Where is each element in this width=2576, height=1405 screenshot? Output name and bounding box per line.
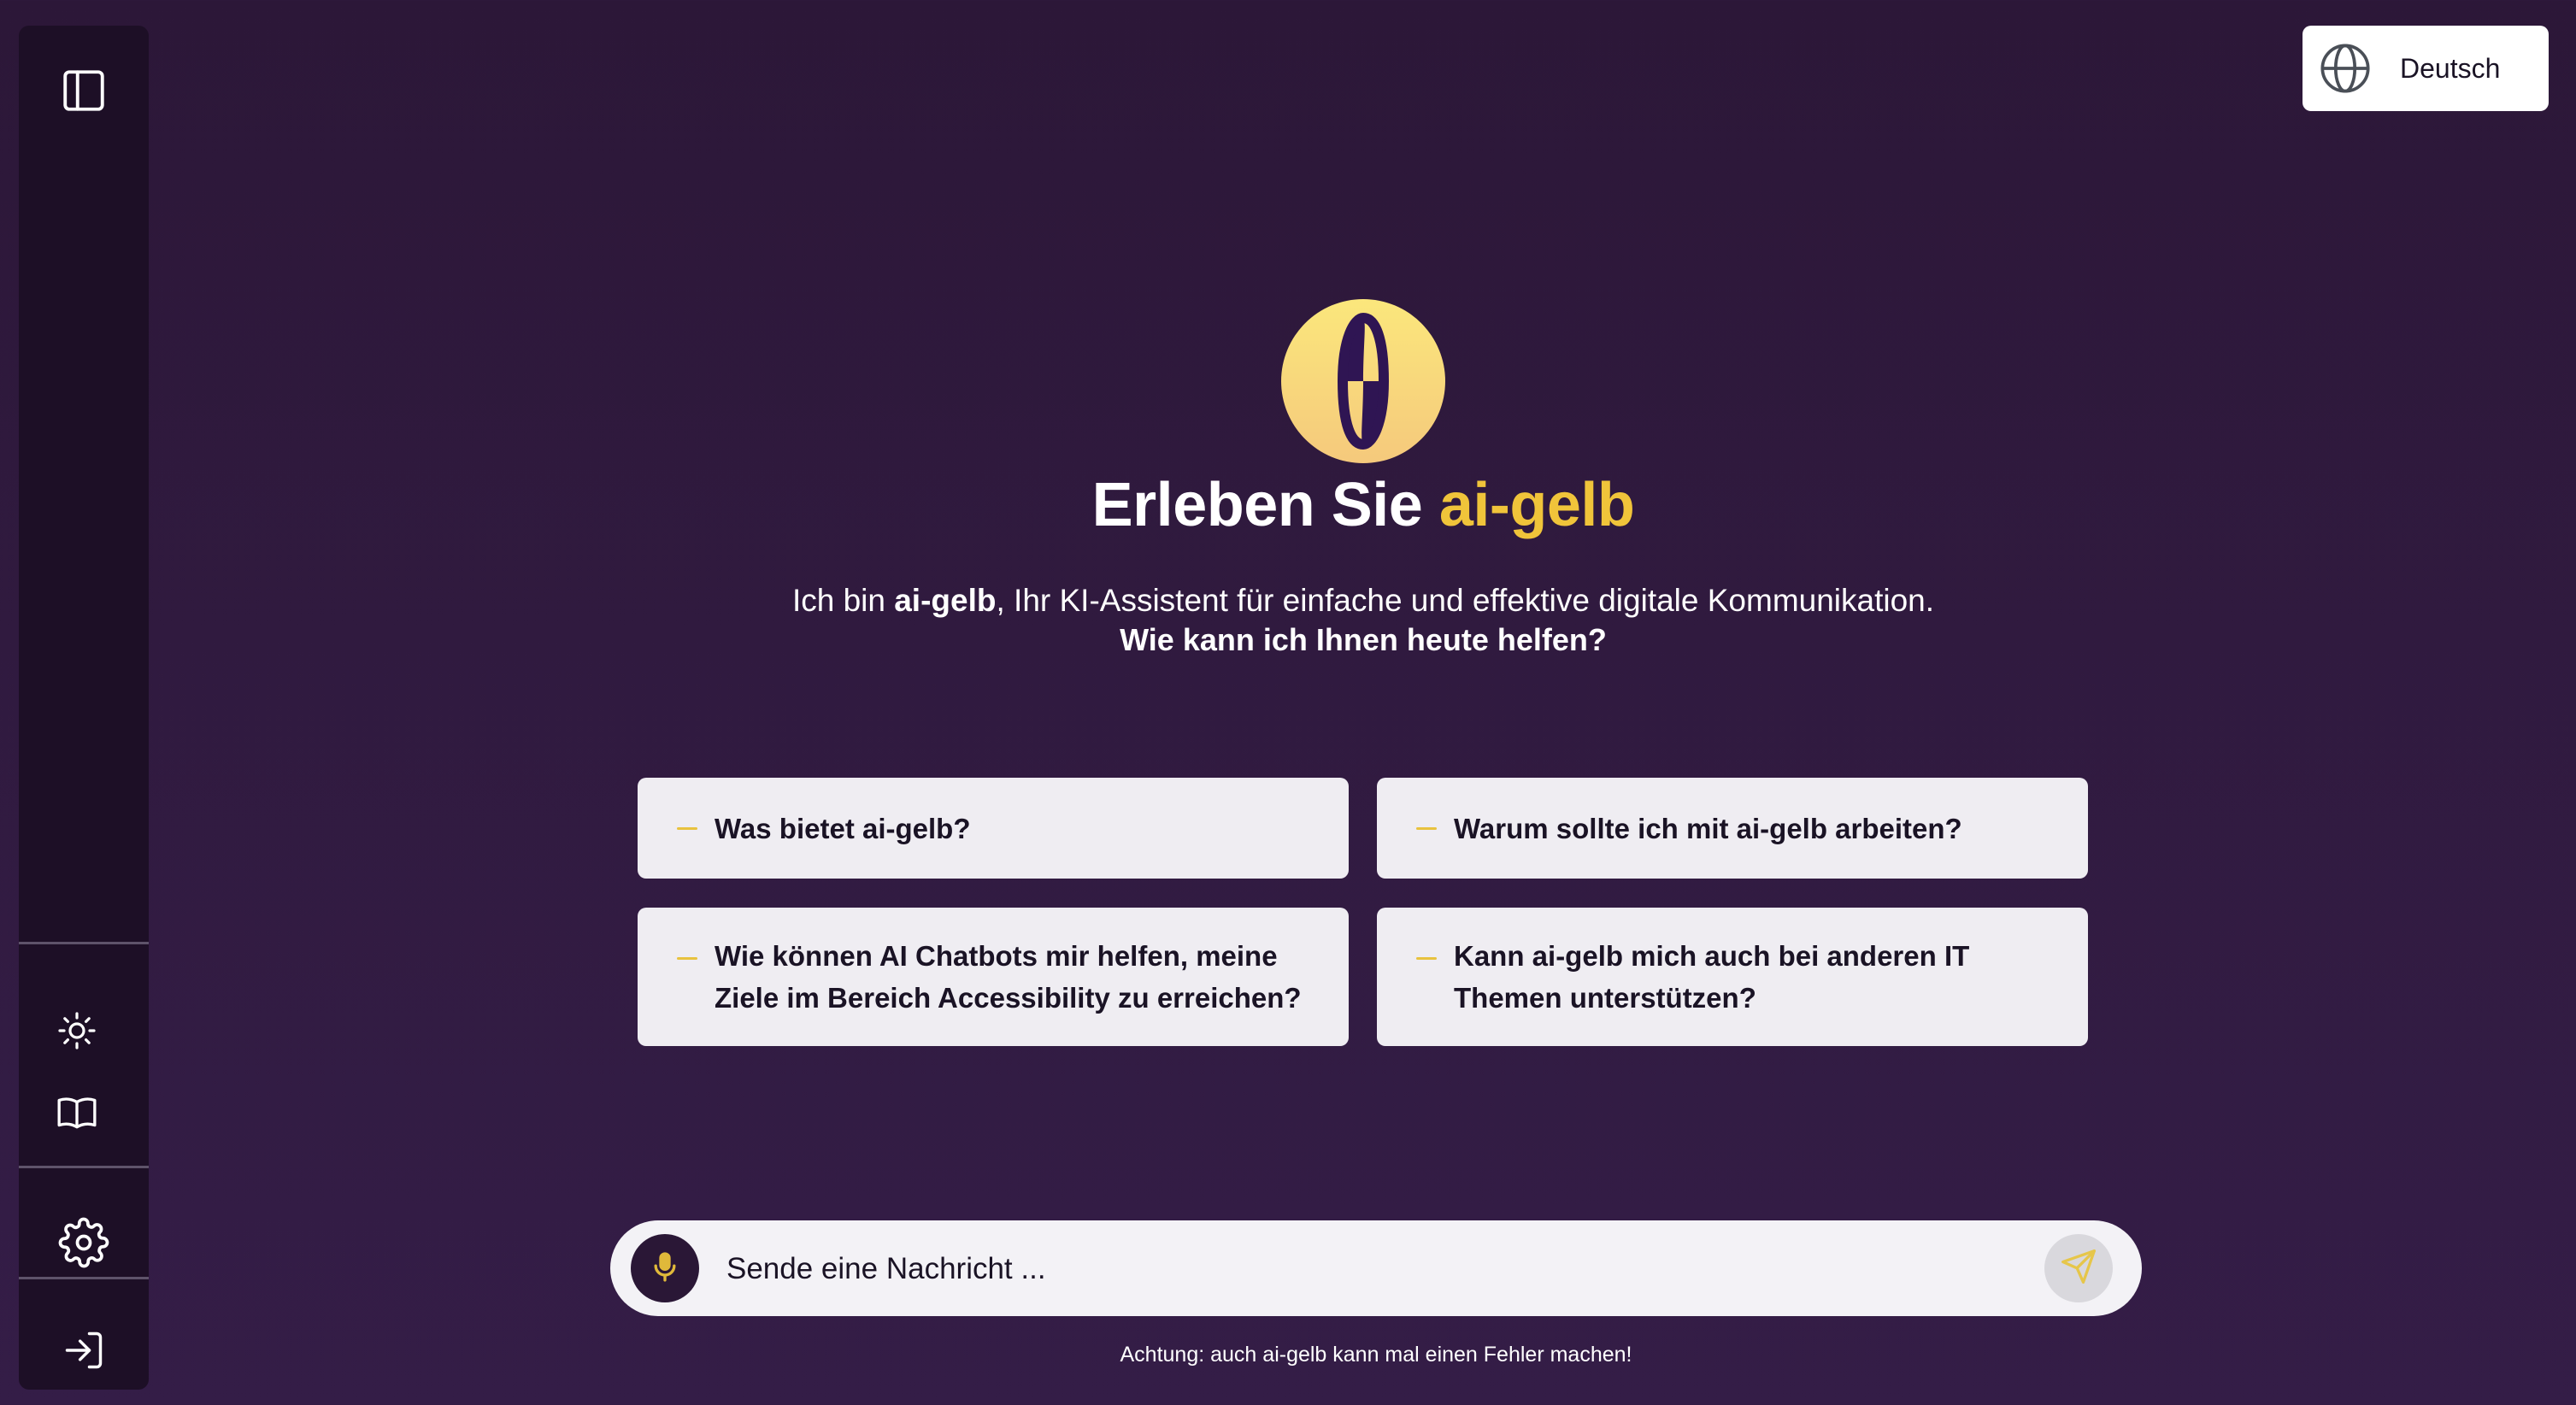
globe-icon — [2318, 41, 2373, 96]
intro-prefix: Ich bin — [791, 583, 885, 618]
title-brand: ai-gelb — [1438, 471, 1635, 539]
suggestion-card[interactable]: Kann ai-gelb mich auch bei anderen IT The… — [1377, 908, 2088, 1046]
send-icon — [2060, 1248, 2097, 1290]
message-composer — [610, 1220, 2142, 1316]
settings-button[interactable] — [19, 1212, 149, 1273]
theme-toggle-button[interactable] — [12, 1003, 142, 1058]
suggestion-line: Ziele im Bereich Accessibility zu erreic… — [715, 982, 1302, 1014]
gear-icon — [58, 1217, 109, 1268]
sidebar-divider — [19, 942, 149, 944]
dash-icon — [677, 957, 697, 960]
book-icon — [56, 1091, 98, 1134]
sidebar — [19, 26, 149, 1390]
suggestion-card[interactable]: Was bietet ai-gelb? — [638, 778, 1349, 879]
suggestion-text: Was bietet ai-gelb? — [715, 812, 971, 844]
disclaimer-text: Achtung: auch ai-gelb kann mal einen Feh… — [1120, 1343, 1632, 1367]
microphone-icon — [648, 1249, 682, 1288]
sidebar-toggle-icon — [59, 66, 109, 115]
dash-icon — [677, 827, 697, 830]
sidebar-toggle-button[interactable] — [19, 56, 149, 125]
title-prefix: Erleben Sie — [1091, 471, 1423, 539]
help-question: Wie kann ich Ihnen heute helfen? — [1120, 622, 1607, 657]
sun-icon — [56, 1010, 97, 1051]
page-title: Erleben Sie ai-gelb — [0, 470, 2576, 540]
intro-brand: ai-gelb — [894, 583, 997, 618]
suggestion-card[interactable]: Wie können AI Chatbots mir helfen, meine… — [638, 908, 1349, 1046]
send-button[interactable] — [2044, 1234, 2113, 1302]
language-label: Deutsch — [2400, 52, 2501, 84]
suggestion-line: Themen unterstützen? — [1454, 982, 1756, 1014]
ai-gelb-logo — [1281, 299, 1445, 463]
sidebar-divider — [19, 1166, 149, 1168]
dash-icon — [1416, 827, 1437, 830]
docs-button[interactable] — [12, 1085, 142, 1140]
suggestion-card[interactable]: Warum sollte ich mit ai-gelb arbeiten? — [1377, 778, 2088, 879]
intro-text: Ich bin ai-gelb, Ihr KI-Assistent für ei… — [0, 577, 2576, 625]
message-input[interactable] — [725, 1243, 2010, 1296]
intro-suffix: , Ihr KI-Assistent für einfache und effe… — [996, 583, 1935, 618]
suggestion-text: Wie können AI Chatbots mir helfen, meine… — [715, 935, 1302, 1019]
language-selector-button[interactable]: Deutsch — [2303, 26, 2549, 111]
suggestion-line: Wie können AI Chatbots mir helfen, meine — [715, 940, 1278, 972]
microphone-button[interactable] — [631, 1234, 699, 1302]
suggestion-text: Kann ai-gelb mich auch bei anderen IT The… — [1454, 935, 1969, 1019]
suggestion-text: Warum sollte ich mit ai-gelb arbeiten? — [1454, 812, 1962, 844]
suggestion-line: Kann ai-gelb mich auch bei anderen IT — [1454, 940, 1970, 972]
sidebar-divider — [19, 1277, 149, 1279]
dash-icon — [1416, 957, 1437, 960]
